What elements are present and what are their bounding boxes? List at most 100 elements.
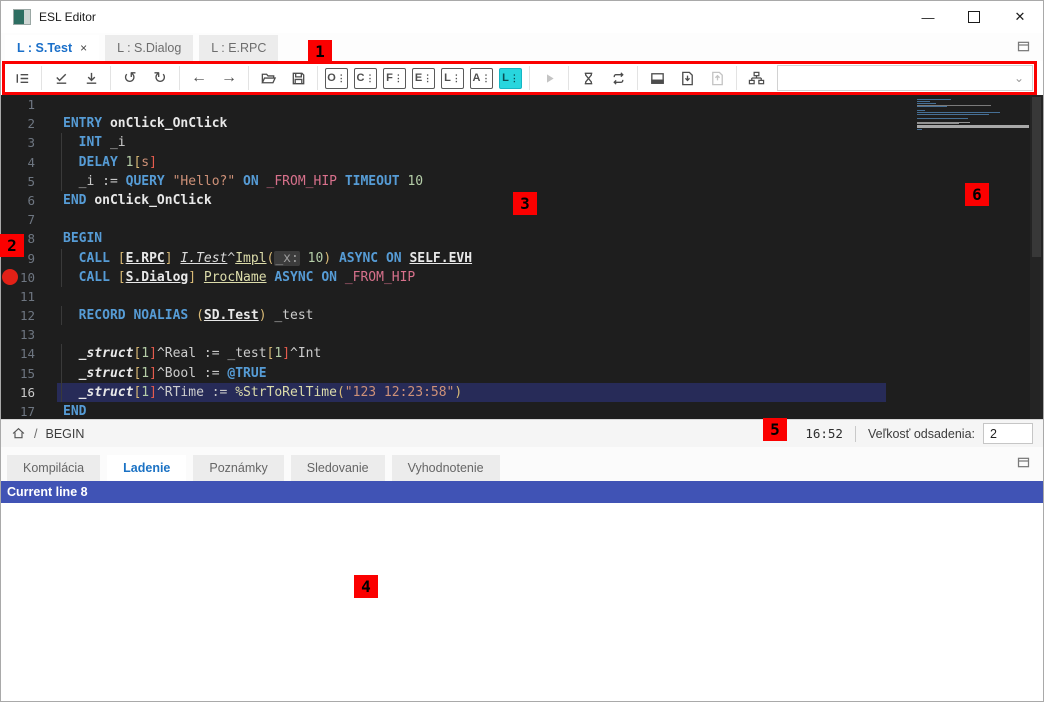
letter-F-button[interactable]: F⋮	[380, 64, 409, 92]
dots-icon: ⋮	[423, 74, 432, 83]
code-line[interactable]: 10 CALL [S.Dialog] ProcName ASYNC ON _FR…	[1, 268, 1043, 287]
dots-icon: ⋮	[365, 74, 374, 83]
line-number[interactable]: 13	[1, 325, 57, 344]
line-number[interactable]: 2	[1, 114, 57, 133]
line-number[interactable]: 14	[1, 344, 57, 363]
minimize-button[interactable]: —	[905, 1, 951, 33]
hourglass-icon[interactable]	[573, 64, 603, 92]
line-number[interactable]: 3	[1, 133, 57, 152]
tab-kompilacia[interactable]: Kompilácia	[7, 455, 100, 481]
code-line[interactable]: 15 _struct[1]^Bool := @TRUE	[1, 364, 1043, 383]
goto-bottom-icon[interactable]	[76, 64, 106, 92]
toolbar-separator	[179, 66, 180, 90]
line-number[interactable]: 17	[1, 402, 57, 419]
line-number[interactable]: 11	[1, 287, 57, 306]
letter-E-button[interactable]: E⋮	[409, 64, 438, 92]
panel-bottom-icon[interactable]	[642, 64, 672, 92]
tab-close-icon[interactable]: ×	[80, 41, 87, 55]
doc-import-icon[interactable]	[672, 64, 702, 92]
breakpoint-dot[interactable]	[2, 269, 18, 285]
breadcrumb[interactable]: BEGIN	[45, 427, 84, 441]
code-line[interactable]: 17END	[1, 402, 1043, 419]
tab-vyhodnotenie[interactable]: Vyhodnotenie	[392, 455, 500, 481]
close-button[interactable]: ✕	[997, 1, 1043, 33]
line-number[interactable]: 7	[1, 210, 57, 229]
bottom-panel-toggle-icon[interactable]	[1016, 455, 1031, 475]
line-number[interactable]: 12	[1, 306, 57, 325]
minimap-line	[917, 129, 922, 130]
line-number[interactable]: 6	[1, 191, 57, 210]
save-icon[interactable]	[283, 64, 313, 92]
minimap-line	[917, 114, 989, 115]
tab-s-test[interactable]: L : S.Test ×	[5, 35, 99, 61]
code-line[interactable]: 11	[1, 287, 1043, 306]
code-line[interactable]: 1	[1, 95, 1043, 114]
code-line[interactable]: 2ENTRY onClick_OnClick	[1, 114, 1043, 133]
letter-L-button[interactable]: L⋮	[438, 64, 467, 92]
hierarchy-icon[interactable]	[741, 64, 771, 92]
toolbar-combobox[interactable]: ⌄	[777, 65, 1033, 91]
toolbar-separator	[41, 66, 42, 90]
letter-L-active-button[interactable]: L⋮	[496, 64, 525, 92]
code-line[interactable]: 12 RECORD NOALIAS (SD.Test) _test	[1, 306, 1043, 325]
dots-icon: ⋮	[481, 74, 490, 83]
tab-poznamky[interactable]: Poznámky	[193, 455, 283, 481]
navigate-forward-icon[interactable]: →	[214, 64, 244, 92]
doc-export-icon[interactable]	[702, 64, 732, 92]
tab-ladenie[interactable]: Ladenie	[107, 455, 186, 481]
outline-icon[interactable]	[7, 64, 37, 92]
code-line[interactable]: 14 _struct[1]^Real := _test[1]^Int	[1, 344, 1043, 363]
tab-s-dialog[interactable]: L : S.Dialog	[105, 35, 193, 61]
letter-A-button[interactable]: A⋮	[467, 64, 496, 92]
check-commit-icon[interactable]	[46, 64, 76, 92]
redo-icon[interactable]: ↻	[145, 64, 175, 92]
tab-e-rpc[interactable]: L : E.RPC	[199, 35, 278, 61]
code-line[interactable]: 13	[1, 325, 1043, 344]
open-folder-icon[interactable]	[253, 64, 283, 92]
code-line[interactable]: 9 CALL [E.RPC] I.Test^Impl(_x: 10) ASYNC…	[1, 249, 1043, 268]
letter-C-button[interactable]: C⋮	[351, 64, 380, 92]
code-line[interactable]: 16 _struct[1]^RTime := %StrToRelTime("12…	[1, 383, 1043, 402]
letter-label: C	[357, 72, 365, 84]
tab-label: Kompilácia	[23, 461, 84, 475]
editor-panel-toggle-icon[interactable]	[1016, 39, 1031, 59]
minimap-line	[917, 106, 947, 107]
line-number[interactable]: 4	[1, 153, 57, 172]
minimap-line	[917, 112, 1000, 113]
scrollbar-thumb[interactable]	[1032, 97, 1041, 257]
indent-size-input[interactable]	[983, 423, 1033, 444]
code-line[interactable]: 8BEGIN	[1, 229, 1043, 248]
code-text: ENTRY onClick_OnClick	[57, 114, 227, 133]
minimap[interactable]	[917, 97, 1029, 131]
maximize-button[interactable]	[951, 1, 997, 33]
code-text	[57, 210, 63, 229]
undo-icon[interactable]: ↺	[115, 64, 145, 92]
code-line[interactable]: 3 INT _i	[1, 133, 1043, 152]
toolbar-separator	[317, 66, 318, 90]
repeat-icon[interactable]	[603, 64, 633, 92]
line-number[interactable]: 15	[1, 364, 57, 383]
code-text	[57, 95, 63, 114]
run-icon[interactable]	[534, 64, 564, 92]
tab-label: Ladenie	[123, 461, 170, 475]
code-line[interactable]: 4 DELAY 1[s]	[1, 153, 1043, 172]
line-number[interactable]: 16	[1, 383, 57, 402]
bottom-panel-body[interactable]	[1, 503, 1043, 701]
indent-size-label: Veľkosť odsadenia:	[868, 427, 975, 441]
code-text: _struct[1]^Bool := @TRUE	[57, 364, 267, 383]
letter-O-button[interactable]: O⋮	[322, 64, 351, 92]
code-text: CALL [S.Dialog] ProcName ASYNC ON _FROM_…	[57, 268, 415, 287]
status-clock: 16:52	[805, 426, 843, 441]
editor-scrollbar[interactable]	[1030, 95, 1043, 419]
debug-message: Current line 8	[7, 485, 88, 499]
editor-tab-strip: L : S.Test × L : S.Dialog L : E.RPC	[1, 33, 1043, 61]
line-number[interactable]: 1	[1, 95, 57, 114]
maximize-icon	[968, 11, 980, 23]
navigate-back-icon[interactable]: ←	[184, 64, 214, 92]
code-editor[interactable]: 12ENTRY onClick_OnClick3 INT _i4 DELAY 1…	[1, 95, 1043, 419]
line-number[interactable]: 5	[1, 172, 57, 191]
tab-sledovanie[interactable]: Sledovanie	[291, 455, 385, 481]
home-icon[interactable]	[11, 426, 26, 441]
code-line[interactable]: 5 _i := QUERY "Hello?" ON _FROM_HIP TIME…	[1, 172, 1043, 191]
annotation-marker: 6	[965, 183, 989, 206]
